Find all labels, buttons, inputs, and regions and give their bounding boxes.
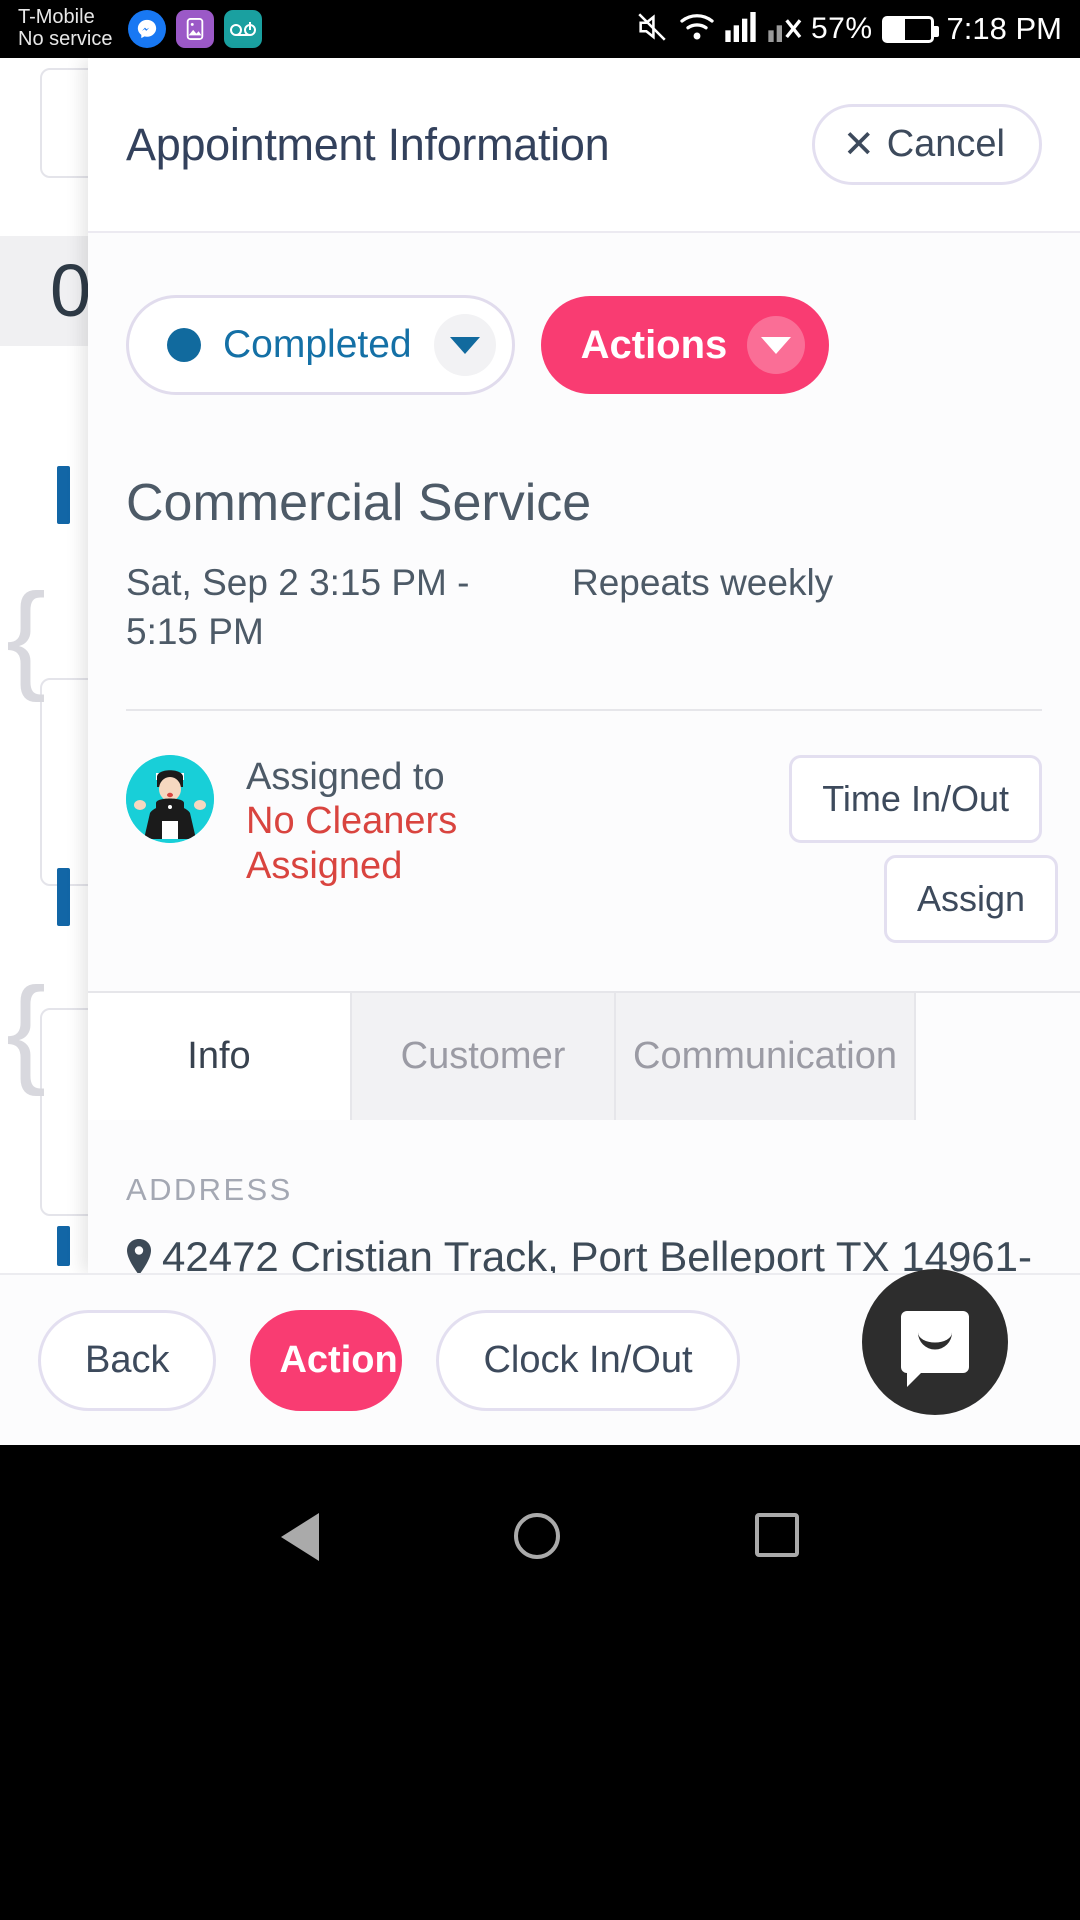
bg-accent-bar — [57, 1226, 70, 1266]
square-recents-icon[interactable] — [755, 1513, 799, 1557]
bg-accent-bar — [57, 868, 70, 926]
carrier-name: T-Mobile — [18, 6, 95, 29]
service-datetime: Sat, Sep 2 3:15 PM - 5:15 PM — [126, 562, 470, 652]
wifi-icon — [678, 12, 716, 47]
actions-button[interactable]: Actions — [540, 296, 830, 394]
assignment-text: Assigned to No Cleaners Assigned — [246, 755, 546, 889]
back-button[interactable]: Back — [38, 1309, 217, 1411]
assign-button[interactable]: Assign — [883, 854, 1058, 943]
service-summary: Commercial Service Sat, Sep 2 3:15 PM - … — [88, 395, 1080, 657]
status-dropdown[interactable]: Completed — [126, 295, 515, 395]
modal-body: Completed Actions Commercial Service Sat… — [88, 233, 1080, 1273]
status-bar-clock: 7:18 PM — [946, 11, 1062, 46]
tab-communication[interactable]: Communication — [616, 992, 916, 1120]
cleaner-avatar — [126, 754, 214, 843]
actions-button-label: Actions — [580, 322, 728, 367]
service-title: Commercial Service — [126, 474, 592, 532]
assigned-to-label: Assigned to — [246, 755, 445, 798]
bg-metric-value: 0 — [50, 249, 92, 332]
service-recurrence: Repeats weekly — [572, 562, 834, 603]
assignment-row: Assigned to No Cleaners Assigned Time In… — [88, 711, 1080, 943]
battery-percent: 57% — [811, 12, 873, 45]
service-meta: Sat, Sep 2 3:15 PM - 5:15 PM Repeats wee… — [126, 559, 1042, 657]
detail-tabs: Info Customer Communication — [88, 990, 1080, 1120]
carrier-service-state: No service — [18, 28, 113, 50]
battery-icon — [881, 15, 939, 43]
address-section-label: ADDRESS — [126, 1171, 293, 1207]
bottom-actions-button[interactable]: Actions — [250, 1309, 403, 1411]
cancel-button[interactable]: ✕ Cancel — [811, 104, 1042, 185]
address-text: 42472 Cristian Track, Port Belleport TX … — [162, 1232, 1033, 1273]
photos-icon — [176, 10, 215, 48]
close-icon: ✕ — [842, 123, 875, 166]
tab-info[interactable]: Info — [88, 992, 352, 1120]
chat-bubble-icon[interactable] — [862, 1269, 1008, 1415]
map-pin-icon — [126, 1234, 152, 1273]
address-section: ADDRESS 42472 Cristian Track, Port Belle… — [88, 1120, 1080, 1273]
circle-home-icon[interactable] — [514, 1513, 560, 1559]
bg-accent-bar — [57, 466, 70, 524]
status-indicators: 57% 7:18 PM — [635, 10, 1062, 49]
carrier-info: T-Mobile No service — [18, 7, 112, 50]
cancel-button-label: Cancel — [886, 123, 1005, 165]
triangle-back-icon[interactable] — [281, 1513, 319, 1561]
notification-icons — [128, 10, 263, 48]
voicemail-icon — [224, 10, 263, 48]
time-in-out-button[interactable]: Time In/Out — [789, 754, 1042, 843]
tab-customer[interactable]: Customer — [352, 992, 616, 1120]
chevron-down-icon — [747, 316, 806, 374]
signal-icon — [725, 11, 759, 47]
bg-brace-icon: { — [6, 569, 47, 703]
appointment-information-modal: Appointment Information ✕ Cancel Complet… — [88, 58, 1080, 1273]
mute-icon — [635, 10, 669, 49]
assignment-buttons: Time In/Out Assign — [789, 754, 1058, 943]
status-actions-row: Completed Actions — [88, 233, 1080, 395]
page-title: Appointment Information — [126, 118, 610, 170]
android-navigation-bar — [0, 1445, 1080, 1920]
clock-in-out-button[interactable]: Clock In/Out — [436, 1309, 740, 1411]
bg-brace-icon: { — [6, 963, 47, 1097]
address-value-row: 42472 Cristian Track, Port Belleport TX … — [126, 1230, 1042, 1273]
signal-off-icon — [768, 12, 802, 47]
modal-header: Appointment Information ✕ Cancel — [88, 58, 1080, 233]
status-label: Completed — [223, 323, 412, 366]
android-status-bar: T-Mobile No service 57% 7:18 PM — [0, 0, 1080, 58]
status-dot-icon — [167, 328, 201, 362]
chevron-down-icon[interactable] — [433, 314, 496, 376]
phone-screen: T-Mobile No service 57% 7:18 PM 0 {{Ap… — [0, 0, 1080, 1920]
messenger-icon — [128, 10, 167, 48]
assigned-to-value: No Cleaners Assigned — [246, 800, 458, 888]
